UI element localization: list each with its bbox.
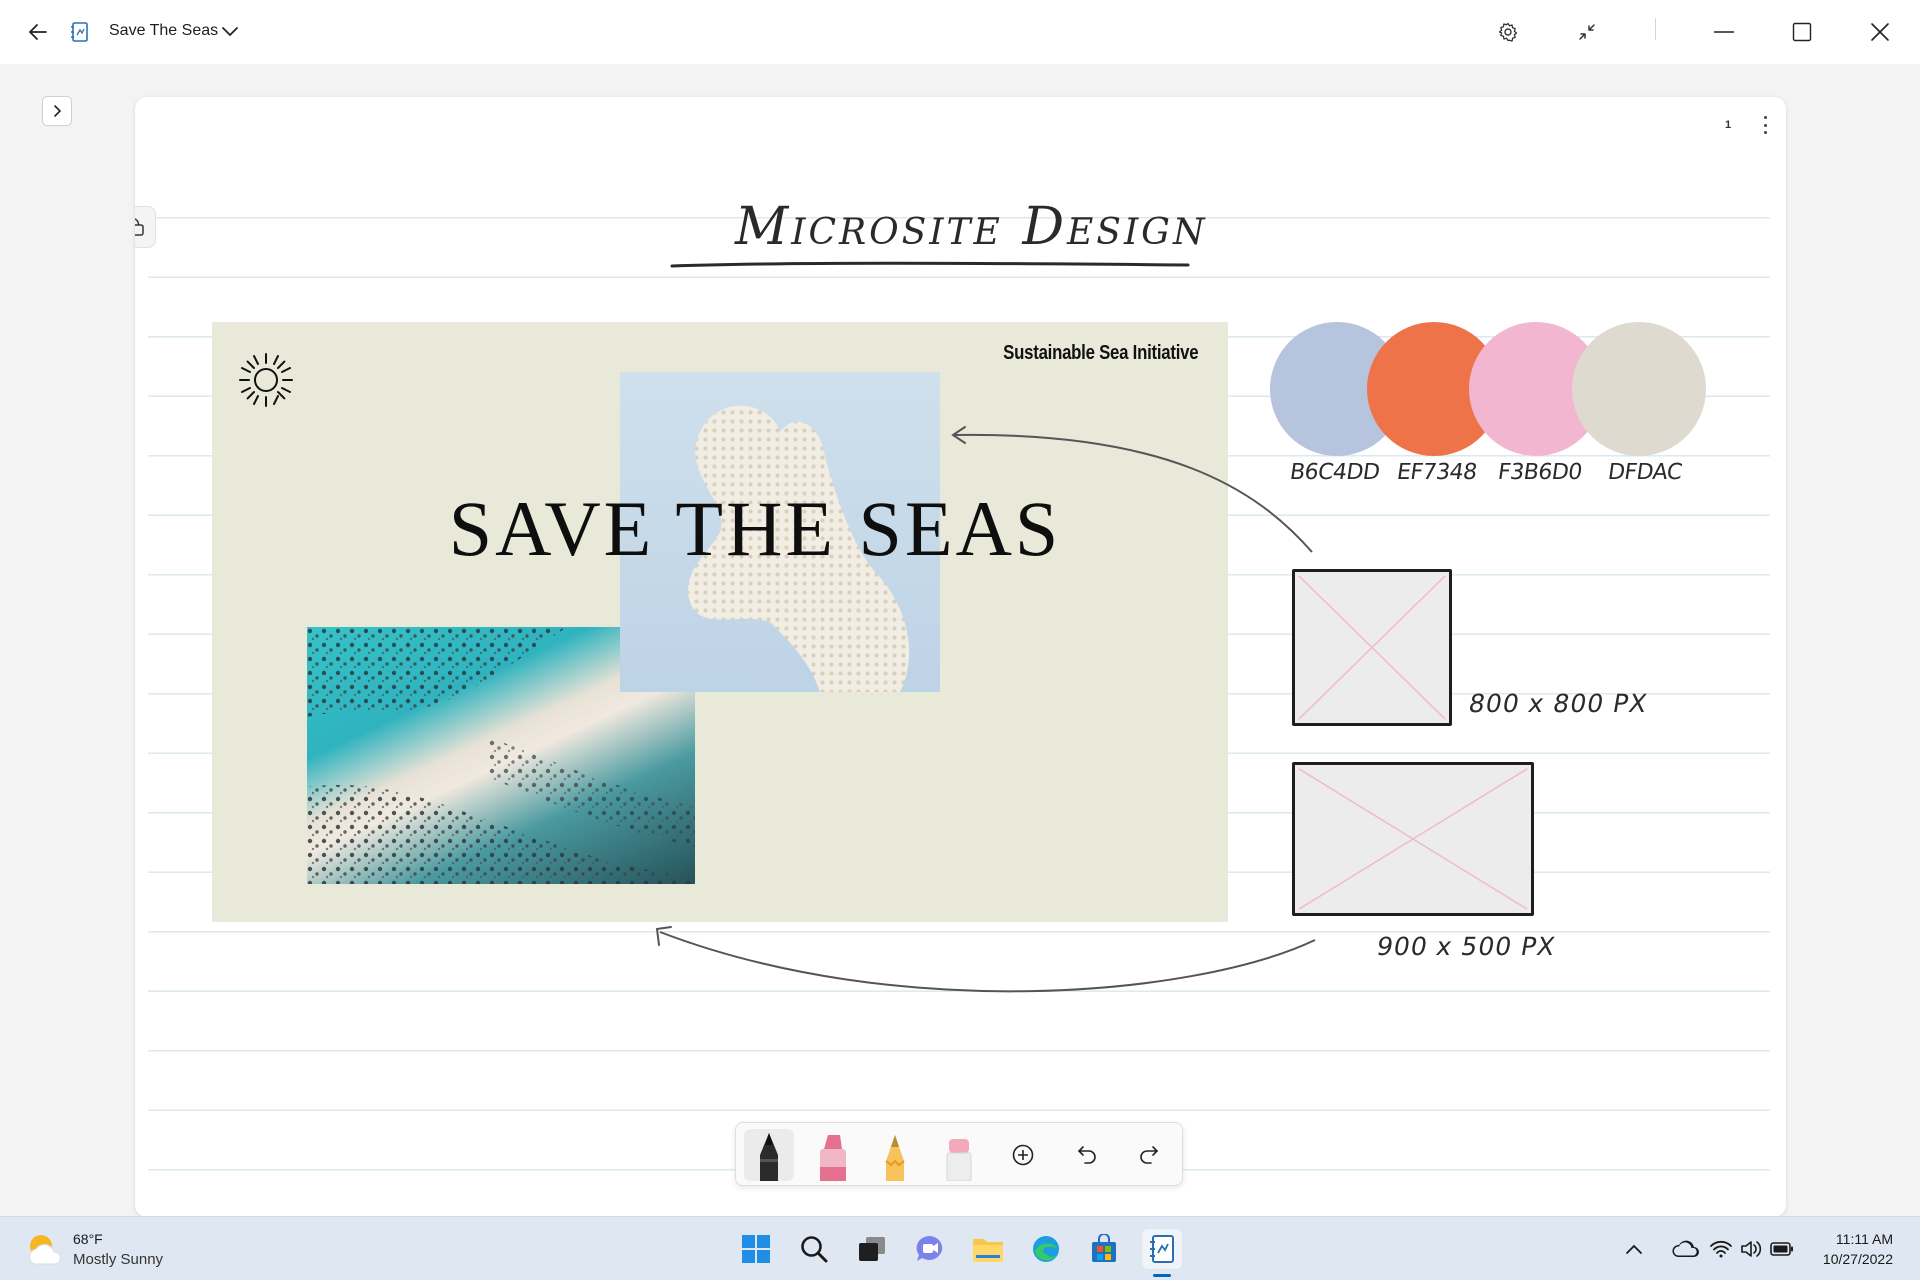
journal-app-icon bbox=[68, 19, 92, 45]
color-swatch-4[interactable] bbox=[1572, 322, 1706, 456]
clock-date[interactable]: 10/27/2022 bbox=[1823, 1251, 1893, 1267]
weather-description[interactable]: Mostly Sunny bbox=[73, 1251, 163, 1268]
journal-page[interactable]: 1 Microsite Design Sustainable Sea Initi… bbox=[135, 97, 1786, 1217]
weather-temperature[interactable]: 68°F bbox=[73, 1231, 103, 1247]
taskbar: 68°F Mostly Sunny 11:11 AM 10/27/2022 bbox=[0, 1216, 1920, 1280]
journal-app-icon[interactable] bbox=[1142, 1229, 1182, 1269]
wifi-icon[interactable] bbox=[1707, 1235, 1735, 1263]
gear-icon[interactable] bbox=[1494, 18, 1522, 46]
battery-icon[interactable] bbox=[1768, 1235, 1796, 1263]
wireframe-rectangle[interactable] bbox=[1292, 762, 1534, 916]
chevron-down-icon[interactable] bbox=[218, 20, 242, 44]
undo-icon[interactable] bbox=[1062, 1129, 1112, 1181]
highlighter-icon[interactable] bbox=[808, 1129, 858, 1181]
edge-icon[interactable] bbox=[1026, 1229, 1066, 1269]
headline: SAVE THE SEAS bbox=[448, 485, 1062, 572]
chevron-right-icon bbox=[54, 105, 62, 117]
shapes-button[interactable] bbox=[135, 206, 156, 248]
swatch-label: EF7348 bbox=[1395, 460, 1479, 485]
start-icon[interactable] bbox=[736, 1229, 776, 1269]
weather-partly-sunny-icon[interactable] bbox=[24, 1231, 64, 1267]
volume-icon[interactable] bbox=[1737, 1235, 1765, 1263]
file-explorer-icon[interactable] bbox=[968, 1229, 1008, 1269]
swatch-label: F3B6D0 bbox=[1496, 460, 1584, 485]
wireframe-square[interactable] bbox=[1292, 569, 1452, 726]
expand-pane-button[interactable] bbox=[42, 96, 72, 126]
task-view-icon[interactable] bbox=[852, 1229, 892, 1269]
close-icon[interactable] bbox=[1864, 18, 1896, 46]
chevron-up-icon[interactable] bbox=[1620, 1235, 1648, 1263]
onedrive-cloud-icon[interactable] bbox=[1670, 1235, 1702, 1263]
shapes-icon bbox=[135, 218, 144, 236]
document-title[interactable]: Save The Seas bbox=[109, 22, 218, 40]
title-underline bbox=[670, 261, 1190, 268]
swatch-label: DFDAC bbox=[1606, 460, 1684, 485]
search-icon[interactable] bbox=[794, 1229, 834, 1269]
microsite-design-card[interactable]: Sustainable Sea Initiative SAVE THE SEAS bbox=[212, 322, 1228, 922]
clock-time[interactable]: 11:11 AM bbox=[1836, 1231, 1893, 1247]
placeholder-cross bbox=[1298, 575, 1446, 720]
store-icon[interactable] bbox=[1084, 1229, 1124, 1269]
back-arrow-icon[interactable] bbox=[24, 18, 52, 46]
sun-icon bbox=[239, 353, 293, 407]
organization-name: Sustainable Sea Initiative bbox=[1002, 342, 1198, 364]
ink-toolbar bbox=[735, 1122, 1183, 1186]
plus-circle-icon[interactable] bbox=[998, 1129, 1048, 1181]
pen-icon[interactable] bbox=[744, 1129, 794, 1181]
handwritten-title[interactable]: Microsite Design bbox=[735, 197, 1207, 257]
titlebar-divider bbox=[1655, 18, 1656, 40]
swatch-label: B6C4DD bbox=[1288, 460, 1382, 485]
minimize-icon[interactable] bbox=[1708, 18, 1740, 46]
chat-icon[interactable] bbox=[910, 1229, 950, 1269]
dimension-label: 800 x 800 PX bbox=[1466, 689, 1650, 718]
maximize-icon[interactable] bbox=[1786, 18, 1818, 46]
placeholder-cross bbox=[1298, 768, 1528, 910]
title-bar: Save The Seas bbox=[0, 0, 1920, 64]
page-number: 1 bbox=[1725, 119, 1732, 131]
collapse-icon[interactable] bbox=[1573, 18, 1601, 46]
more-options-icon[interactable] bbox=[1755, 113, 1775, 137]
dimension-label: 900 x 500 PX bbox=[1374, 932, 1558, 961]
pencil-icon[interactable] bbox=[870, 1129, 920, 1181]
active-app-indicator bbox=[1153, 1274, 1171, 1277]
redo-icon[interactable] bbox=[1124, 1129, 1174, 1181]
eraser-icon[interactable] bbox=[934, 1129, 984, 1181]
